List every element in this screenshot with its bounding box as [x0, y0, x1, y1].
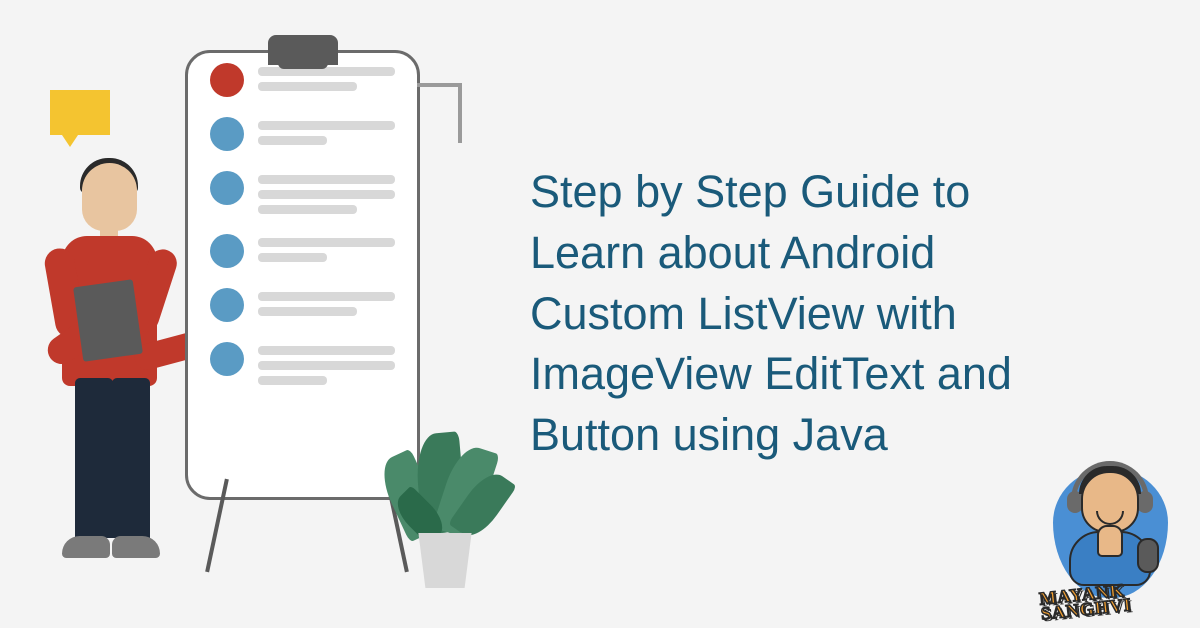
bullet-icon [210, 288, 244, 322]
illustration-area [0, 0, 500, 628]
bullet-icon [210, 63, 244, 97]
speech-bubble-icon [50, 90, 110, 135]
thumbsup-icon [1097, 525, 1123, 557]
page-title: Step by Step Guide to Learn about Androi… [530, 162, 1020, 466]
list-item [188, 224, 417, 278]
person-illustration [40, 148, 180, 578]
plant-pot [410, 533, 480, 588]
bullet-icon [210, 117, 244, 151]
folder-icon [73, 279, 143, 362]
logo-text: MAYANK SANGHVI [1039, 583, 1133, 623]
plant-illustration [390, 408, 500, 588]
list-item [188, 107, 417, 161]
bullet-icon [210, 234, 244, 268]
author-logo: MAYANK SANGHVI [1045, 463, 1175, 613]
list-item [188, 161, 417, 224]
whiteboard-list [185, 50, 420, 500]
microphone-icon [1137, 538, 1159, 573]
corner-bracket-icon [417, 83, 462, 143]
list-item [188, 278, 417, 332]
clipboard-clip-icon [268, 35, 338, 65]
banner-container: Step by Step Guide to Learn about Androi… [0, 0, 1200, 628]
bullet-icon [210, 342, 244, 376]
bullet-icon [210, 171, 244, 205]
list-item [188, 332, 417, 395]
title-section: Step by Step Guide to Learn about Androi… [500, 162, 1200, 466]
